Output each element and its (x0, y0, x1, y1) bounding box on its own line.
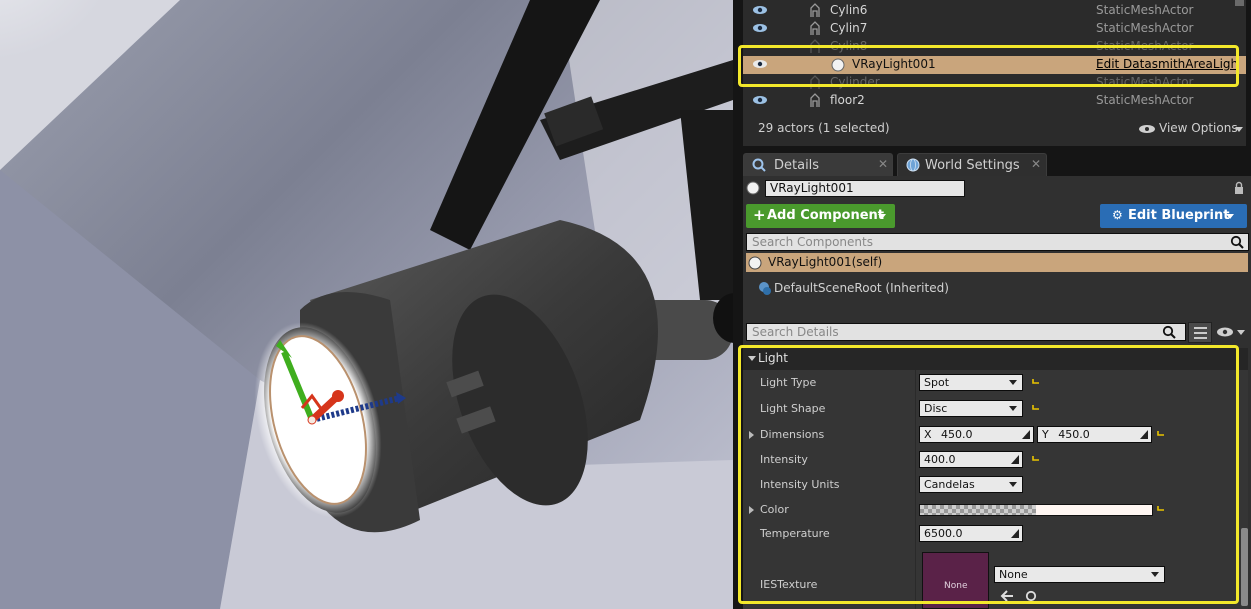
tab-world-settings-label: World Settings (925, 158, 1020, 173)
eye-icon[interactable] (753, 95, 767, 105)
details-magnifier-icon (752, 158, 766, 172)
highlight-selected-actor (738, 45, 1239, 87)
search-icon[interactable] (1162, 325, 1176, 339)
globe-icon (906, 158, 920, 172)
tab-details-label: Details (774, 158, 820, 173)
outliner-scrollbar[interactable] (1235, 0, 1244, 6)
outliner-row[interactable]: Cylin7 StaticMeshActor (743, 20, 1246, 38)
outliner-actor-name: Cylin6 (830, 3, 868, 17)
chevron-down-icon (1226, 214, 1234, 219)
actor-count: 29 actors (1 selected) (758, 121, 890, 135)
light-sphere-icon (746, 181, 760, 195)
close-icon[interactable]: ✕ (878, 157, 888, 171)
highlight-light-section (738, 345, 1239, 604)
lock-icon[interactable] (1232, 181, 1246, 195)
eye-icon[interactable] (753, 5, 767, 15)
plus-icon: + (753, 206, 766, 224)
static-mesh-icon (810, 21, 820, 35)
eye-icon[interactable] (753, 23, 767, 33)
chevron-down-icon[interactable] (1237, 330, 1245, 335)
add-component-button[interactable]: + Add Component (746, 204, 895, 228)
outliner-actor-type: StaticMeshActor (1096, 21, 1194, 35)
light-sphere-icon (748, 256, 762, 270)
edit-blueprint-button[interactable]: ⚙ Edit Blueprint (1100, 204, 1247, 228)
search-components-input[interactable]: Search Components (746, 233, 1249, 251)
close-icon[interactable]: ✕ (1031, 157, 1041, 171)
level-viewport[interactable] (0, 0, 733, 609)
details-scrollbar[interactable] (1241, 528, 1248, 606)
view-options-button[interactable]: View Options (1138, 121, 1243, 137)
property-matrix-button[interactable] (1188, 322, 1212, 343)
search-details-input[interactable]: Search Details (746, 323, 1186, 341)
static-mesh-icon (810, 3, 820, 17)
outliner-actor-name: floor2 (830, 93, 865, 107)
component-row-self[interactable]: VRayLight001(self) (746, 253, 1248, 272)
chevron-down-icon (878, 214, 886, 219)
outliner-actor-type: StaticMeshActor (1096, 93, 1194, 107)
component-label: VRayLight001(self) (768, 255, 883, 269)
outliner-actor-type: StaticMeshActor (1096, 3, 1194, 17)
eye-icon[interactable] (1216, 326, 1234, 338)
outliner-actor-name: Cylin7 (830, 21, 868, 35)
add-component-label: Add Component (767, 208, 884, 223)
list-view-icon (1194, 327, 1207, 339)
edit-blueprint-label: Edit Blueprint (1128, 208, 1230, 223)
outliner-row[interactable]: floor2 StaticMeshActor (743, 92, 1246, 110)
gear-icon: ⚙ (1112, 208, 1123, 222)
search-icon[interactable] (1230, 235, 1244, 249)
scene-root-icon (759, 282, 771, 295)
view-options-label: View Options (1159, 121, 1238, 135)
viewport-scene (0, 0, 733, 609)
static-mesh-icon (810, 93, 820, 107)
chevron-down-icon (1235, 127, 1243, 132)
outliner-row[interactable]: Cylin6 StaticMeshActor (743, 2, 1246, 20)
tab-details[interactable]: Details ✕ (743, 153, 893, 176)
eye-icon (1139, 125, 1155, 133)
actor-name-field[interactable]: VRayLight001 (765, 180, 965, 197)
component-label: DefaultSceneRoot (Inherited) (774, 281, 949, 295)
tab-world-settings[interactable]: World Settings ✕ (897, 153, 1047, 176)
component-row-root[interactable]: DefaultSceneRoot (Inherited) (746, 279, 1248, 298)
